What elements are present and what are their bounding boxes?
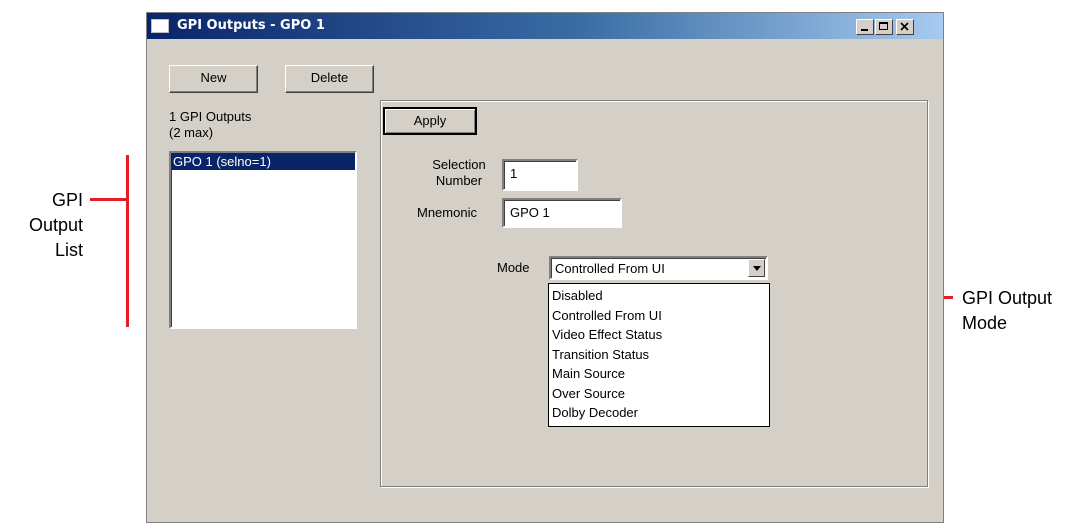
callout-left-leader (90, 198, 128, 201)
mode-option-transition-status[interactable]: Transition Status (549, 345, 769, 365)
close-icon (900, 22, 909, 31)
callout-left-line2: Output (28, 215, 83, 235)
list-item[interactable]: GPO 1 (selno=1) (171, 153, 355, 170)
delete-button[interactable]: Delete (285, 65, 374, 93)
callout-left-line1: GPI (51, 190, 83, 210)
mode-dropdown-button[interactable] (748, 259, 765, 277)
selection-number-label-line2: Number (435, 173, 483, 188)
callout-left-line3: List (54, 240, 83, 260)
mode-dropdown-list: Disabled Controlled From UI Video Effect… (548, 283, 770, 427)
window-icon (151, 19, 169, 33)
mode-option-main-source[interactable]: Main Source (549, 364, 769, 384)
mode-option-disabled[interactable]: Disabled (549, 286, 769, 306)
minimize-icon (861, 29, 868, 31)
selection-number-field[interactable]: 1 (502, 159, 578, 191)
gpi-output-mode-callout: GPI Output Mode (962, 286, 1052, 336)
output-max-label: (2 max) (169, 125, 214, 140)
mode-option-over-source[interactable]: Over Source (549, 384, 769, 404)
mode-option-video-effect-status[interactable]: Video Effect Status (549, 325, 769, 345)
gpi-output-list-callout: GPI Output List (0, 188, 83, 263)
callout-right-line1: GPI Output (962, 288, 1053, 308)
maximize-icon (879, 22, 888, 30)
window-title: GPI Outputs - GPO 1 (177, 18, 325, 33)
mode-option-controlled-from-ui[interactable]: Controlled From UI (549, 306, 769, 326)
mode-label: Mode (497, 260, 530, 275)
chevron-down-icon (753, 266, 761, 271)
title-bar[interactable]: GPI Outputs - GPO 1 (147, 13, 943, 39)
gpi-output-list[interactable]: GPO 1 (selno=1) (169, 151, 357, 329)
close-button[interactable] (896, 19, 914, 35)
callout-right-line2: Mode (962, 313, 1008, 333)
new-button[interactable]: New (169, 65, 258, 93)
maximize-button[interactable] (875, 19, 893, 35)
gpi-outputs-window: GPI Outputs - GPO 1 New Delete 1 GPI Out… (146, 12, 944, 523)
mnemonic-label: Mnemonic (417, 205, 477, 220)
selection-number-label: Selection (432, 157, 486, 172)
mnemonic-field[interactable]: GPO 1 (502, 198, 622, 228)
apply-button[interactable]: Apply (383, 107, 477, 135)
callout-left-bracket (126, 155, 129, 327)
minimize-button[interactable] (856, 19, 874, 35)
output-count-label: 1 GPI Outputs (169, 109, 252, 124)
mode-option-dolby-decoder[interactable]: Dolby Decoder (549, 403, 769, 423)
mode-select[interactable]: Controlled From UI (549, 256, 768, 280)
mode-select-value: Controlled From UI (555, 261, 665, 276)
